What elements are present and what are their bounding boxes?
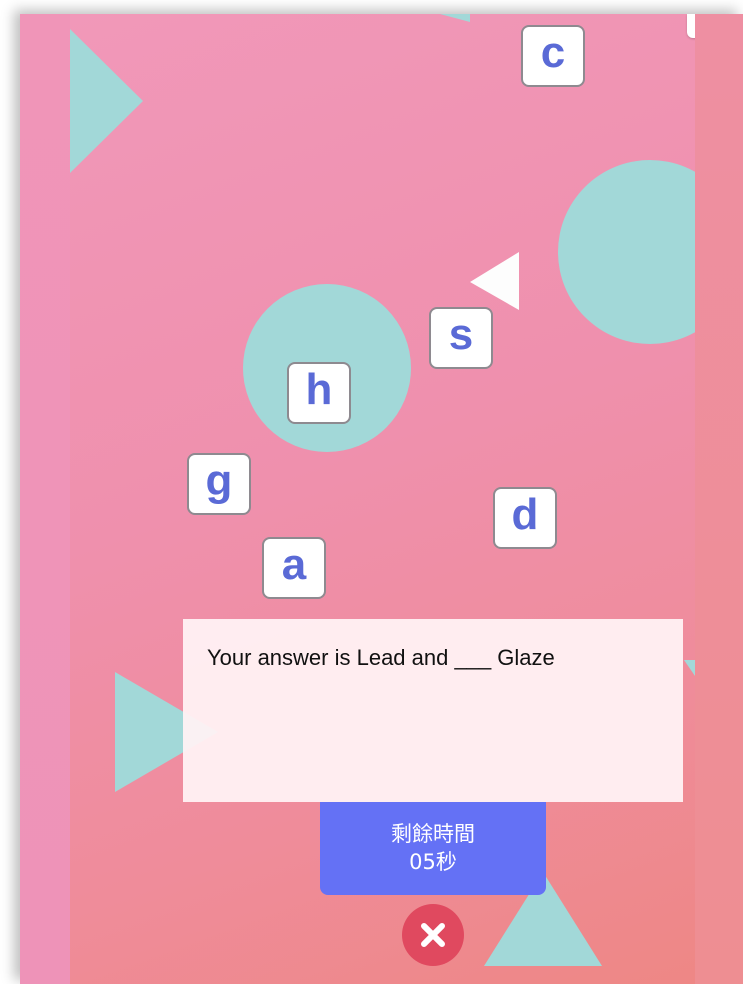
right-margin-strip [695, 14, 743, 984]
letter-tile-h[interactable]: h [287, 362, 351, 424]
teal-circle-right [558, 160, 695, 344]
close-button[interactable] [402, 904, 464, 966]
left-margin-strip [20, 14, 70, 984]
teal-triangle-right-edge [684, 660, 695, 676]
app-window: c s h g d a Your answer is Lead and ___ … [20, 14, 743, 984]
answer-text: Your answer is Lead and ___ Glaze [207, 645, 555, 670]
letter-tile-s[interactable]: s [429, 307, 493, 369]
countdown-timer: 剩餘時間 05秒 [320, 802, 546, 895]
close-x-icon [421, 923, 445, 947]
teal-triangle-top-left [70, 29, 143, 173]
letter-tile-a[interactable]: a [262, 537, 326, 599]
game-area: c s h g d a Your answer is Lead and ___ … [70, 14, 695, 984]
letter-tile-g[interactable]: g [187, 453, 251, 515]
letter-tile-c[interactable]: c [521, 25, 585, 87]
answer-panel: Your answer is Lead and ___ Glaze [183, 619, 683, 802]
timer-label: 剩餘時間 [391, 822, 475, 847]
white-triangle [470, 252, 519, 310]
teal-triangle-top-sliver [440, 14, 470, 22]
back-button[interactable] [687, 14, 695, 38]
letter-tile-d[interactable]: d [493, 487, 557, 549]
timer-value: 05秒 [409, 849, 457, 874]
